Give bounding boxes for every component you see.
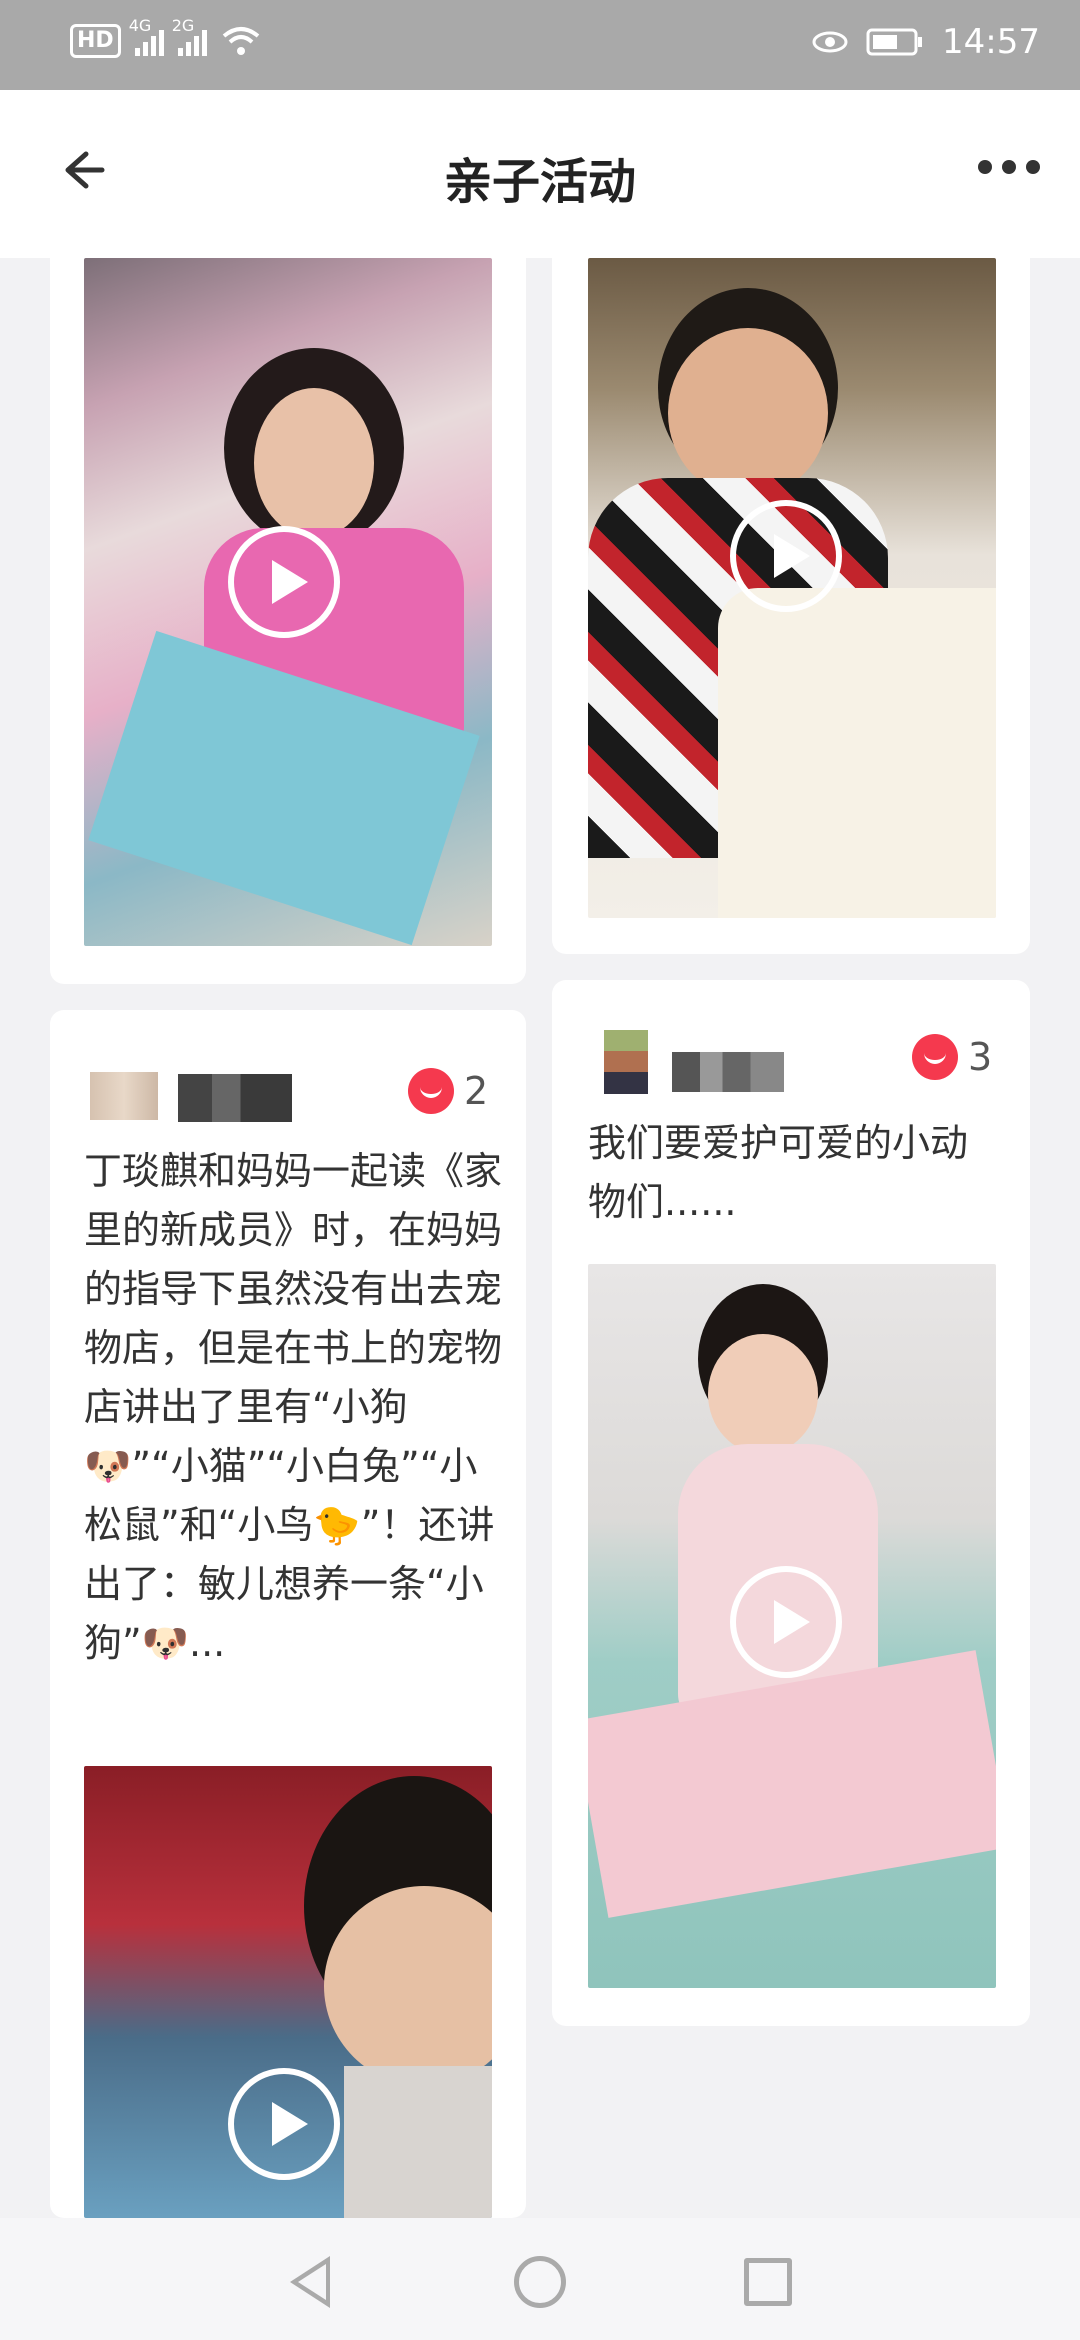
nav-recent-apps-icon[interactable] — [744, 2258, 792, 2306]
more-dots-icon[interactable] — [978, 160, 1040, 174]
page-title: 亲子活动 — [443, 154, 636, 210]
clock: 14:57 — [942, 22, 1040, 62]
post-card-top-left[interactable] — [50, 240, 526, 984]
nav-back-icon[interactable] — [290, 2256, 330, 2308]
post-video-thumbnail[interactable] — [84, 1766, 492, 2218]
signal-icon-2: 2G — [172, 16, 207, 56]
post-description: 丁琰麒和妈妈一起读《家里的新成员》时，在妈妈的指导下虽然没有出去宠物店，但是在书… — [84, 1149, 503, 1665]
status-right: 14:57 — [812, 22, 1040, 62]
play-icon[interactable] — [730, 500, 842, 612]
heart-icon — [408, 1068, 454, 1114]
user-name-masked — [672, 1052, 784, 1092]
status-bar: HD 4G 2G 14:57 — [0, 0, 1080, 90]
like-count: 3 — [968, 1035, 993, 1079]
post-card-bottom-left[interactable]: 2 丁琰麒和妈妈一起读《家里的新成员》时，在妈妈的指导下虽然没有出去宠物店，但是… — [50, 1010, 526, 2218]
post-card-top-right[interactable] — [552, 240, 1030, 954]
like-button[interactable]: 3 — [912, 1034, 992, 1080]
like-button[interactable]: 2 — [408, 1068, 488, 1114]
post-video-thumbnail[interactable] — [588, 1264, 996, 1988]
signal-icon: 4G — [129, 16, 164, 56]
wifi-icon — [222, 27, 259, 55]
battery-icon — [866, 28, 923, 56]
eye-icon — [812, 31, 848, 53]
status-left: HD 4G 2G — [70, 16, 261, 58]
post-description: 我们要爱护可爱的小动物们...... — [588, 1121, 969, 1224]
user-name-masked — [178, 1074, 292, 1122]
nav-home-icon[interactable] — [514, 2256, 566, 2308]
like-count: 2 — [464, 1069, 489, 1113]
post-video-thumbnail[interactable] — [588, 258, 996, 918]
system-nav-bar — [0, 2218, 1080, 2340]
post-card-bottom-right[interactable]: 3 我们要爱护可爱的小动物们...... — [552, 980, 1030, 2026]
play-icon[interactable] — [228, 2068, 340, 2180]
heart-icon — [912, 1034, 958, 1080]
avatar — [604, 1030, 648, 1094]
app-header: 亲子活动 — [0, 90, 1080, 258]
play-icon[interactable] — [228, 526, 340, 638]
avatar — [90, 1072, 158, 1120]
hd-icon: HD — [70, 24, 121, 58]
play-icon[interactable] — [730, 1566, 842, 1678]
post-video-thumbnail[interactable] — [84, 258, 492, 946]
